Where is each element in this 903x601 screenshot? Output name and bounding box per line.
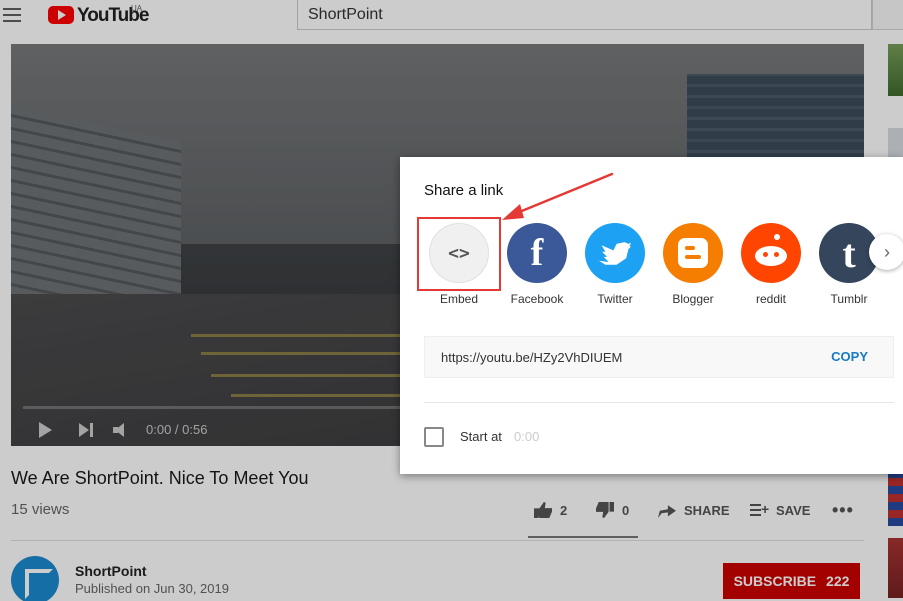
share-target-blogger[interactable]: Blogger <box>662 223 724 306</box>
share-target-facebook[interactable]: f Facebook <box>506 223 568 306</box>
share-url-field[interactable]: https://youtu.be/HZy2VhDIUEM COPY <box>424 336 894 378</box>
start-at-checkbox[interactable] <box>424 427 444 447</box>
share-target-label: Embed <box>439 292 479 306</box>
share-target-label: Tumblr <box>830 292 868 306</box>
blogger-icon <box>663 223 723 283</box>
share-target-label: Twitter <box>597 292 633 306</box>
share-target-label: reddit <box>755 292 787 306</box>
reddit-icon <box>741 223 801 283</box>
chevron-right-icon[interactable]: › <box>869 234 903 270</box>
start-at-time-input[interactable]: 0:00 <box>514 429 539 444</box>
share-target-label: Blogger <box>672 292 714 306</box>
share-target-twitter[interactable]: Twitter <box>584 223 646 306</box>
share-url[interactable]: https://youtu.be/HZy2VhDIUEM <box>441 350 622 365</box>
copy-button[interactable]: COPY <box>831 349 868 364</box>
annotation-highlight <box>417 217 501 291</box>
divider <box>424 402 894 403</box>
annotation-arrow-icon <box>502 172 614 220</box>
facebook-icon: f <box>507 223 567 283</box>
share-target-reddit[interactable]: reddit <box>740 223 802 306</box>
share-dialog: Share a link <> Embed f Facebook Twitter… <box>400 157 903 474</box>
start-at-label: Start at <box>460 429 502 444</box>
share-target-tumblr[interactable]: t Tumblr <box>818 223 880 306</box>
share-target-label: Facebook <box>510 292 564 306</box>
twitter-icon <box>585 223 645 283</box>
